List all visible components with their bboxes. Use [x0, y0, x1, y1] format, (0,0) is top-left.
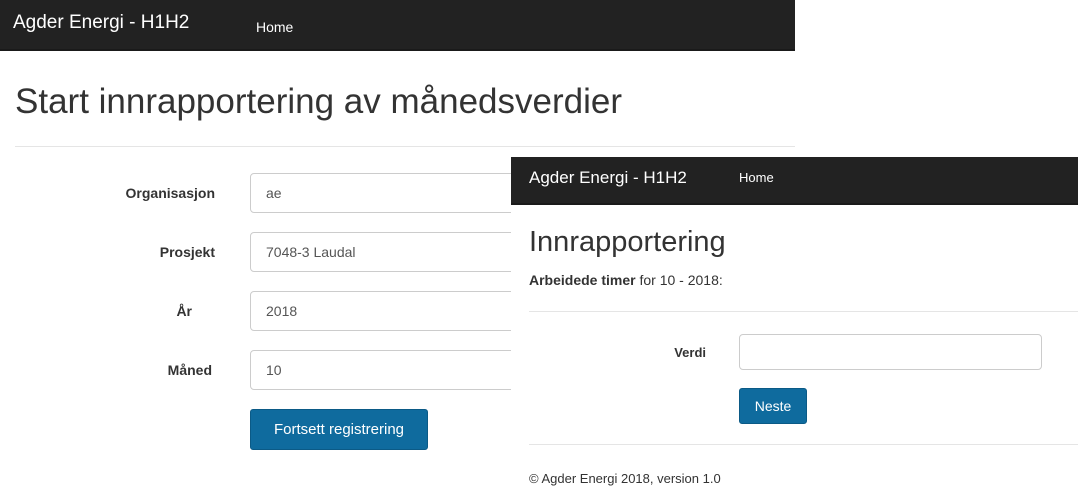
right-page-title: Innrapportering — [529, 226, 726, 258]
ar-label: År — [176, 303, 192, 319]
right-footer-text: © Agder Energi 2018, version 1.0 — [529, 471, 721, 486]
right-subtitle: Arbeidede timer for 10 - 2018: — [529, 272, 723, 288]
right-subtitle-bold: Arbeidede timer — [529, 272, 636, 288]
right-subtitle-rest: for 10 - 2018: — [635, 272, 723, 288]
right-window: Agder Energi - H1H2 Home Innrapportering… — [511, 157, 1078, 488]
prosjekt-field[interactable]: 7048-3 Laudal — [250, 232, 540, 272]
right-nav-home-link[interactable]: Home — [739, 170, 774, 185]
right-footer-divider — [529, 444, 1078, 445]
right-navbar: Agder Energi - H1H2 Home — [511, 157, 1078, 205]
organisasjon-label: Organisasjon — [125, 185, 215, 201]
left-nav-home-link[interactable]: Home — [256, 19, 293, 35]
fortsett-registrering-button[interactable]: Fortsett registrering — [250, 409, 428, 450]
maned-field[interactable]: 10 — [250, 350, 540, 390]
neste-button[interactable]: Neste — [739, 388, 807, 424]
right-title-divider — [529, 311, 1078, 312]
right-navbar-brand[interactable]: Agder Energi - H1H2 — [529, 168, 687, 188]
left-page-title: Start innrapportering av månedsverdier — [15, 82, 622, 121]
organisasjon-field[interactable]: ae — [250, 173, 540, 213]
left-navbar-brand[interactable]: Agder Energi - H1H2 — [13, 12, 189, 34]
verdi-input[interactable] — [739, 334, 1042, 370]
maned-label: Måned — [167, 362, 212, 378]
prosjekt-label: Prosjekt — [159, 244, 215, 260]
left-title-divider — [15, 146, 795, 147]
verdi-label: Verdi — [674, 345, 706, 360]
ar-field[interactable]: 2018 — [250, 291, 540, 331]
left-navbar: Agder Energi - H1H2 Home — [0, 0, 795, 51]
